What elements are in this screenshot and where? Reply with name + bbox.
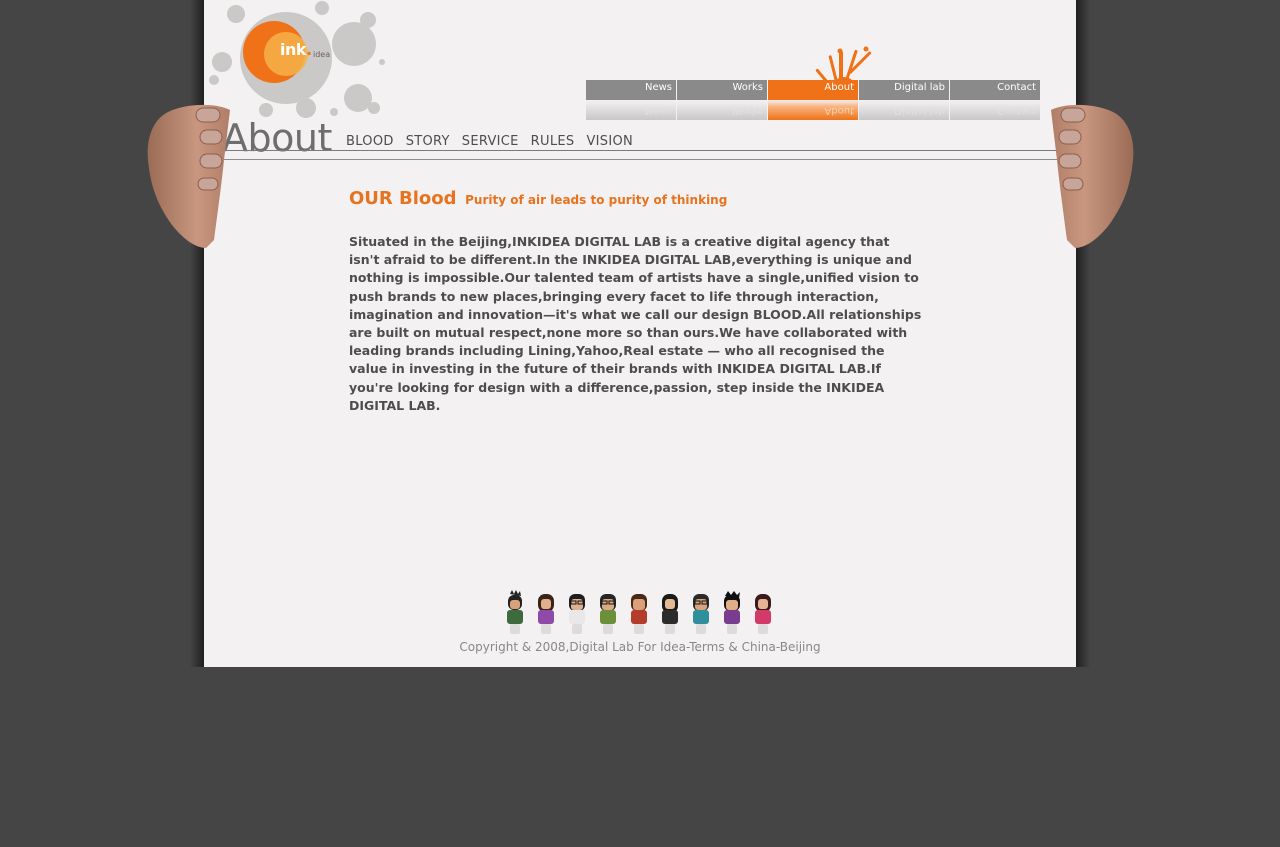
logo-text: ink. [280, 40, 312, 59]
nav-news-label: News [586, 80, 676, 100]
divider-top [220, 150, 1076, 151]
content-area: OUR Blood Purity of air leads to purity … [349, 188, 924, 415]
section-title: About [222, 116, 332, 160]
nav-digital-lab[interactable]: Digital lab Digital lab [859, 80, 949, 120]
subnav-service[interactable]: SERVICE [462, 134, 519, 149]
logo-subtext: idea [313, 50, 331, 59]
nav-news[interactable]: News News [586, 80, 676, 120]
content-heading-tagline: Purity of air leads to purity of thinkin… [465, 193, 728, 207]
character-1-icon[interactable] [502, 590, 528, 636]
content-body: Situated in the Beijing,INKIDEA DIGITAL … [349, 234, 922, 413]
subnav-vision[interactable]: VISION [586, 134, 633, 149]
nav-works[interactable]: Works Works [677, 80, 767, 120]
nav-digital-lab-reflection: Digital lab [859, 100, 949, 120]
subnav-blood[interactable]: BLOOD [346, 134, 394, 149]
page: ink. idea News News Works Works About Ab… [204, 0, 1076, 667]
character-2-icon[interactable] [533, 590, 559, 636]
content-heading-title: OUR Blood [349, 188, 457, 209]
subnav-story[interactable]: STORY [406, 134, 450, 149]
nav-about-reflection: About [768, 100, 858, 120]
left-hand-icon [147, 104, 230, 249]
nav-contact-reflection: Contact [950, 100, 1040, 120]
nav-contact[interactable]: Contact Contact [950, 80, 1040, 120]
nav-digital-lab-label: Digital lab [859, 80, 949, 100]
content-heading: OUR Blood Purity of air leads to purity … [349, 188, 924, 209]
subnav-rules[interactable]: RULES [531, 134, 575, 149]
character-3-icon[interactable] [564, 590, 590, 636]
nav-about[interactable]: About About [768, 80, 858, 120]
right-hand-icon [1051, 104, 1134, 249]
character-7-icon[interactable] [688, 590, 714, 636]
nav-works-label: Works [677, 80, 767, 100]
character-5-icon[interactable] [626, 590, 652, 636]
character-9-icon[interactable] [750, 590, 776, 636]
character-4-icon[interactable] [595, 590, 621, 636]
nav-news-reflection: News [586, 100, 676, 120]
nav-about-label: About [768, 80, 858, 100]
character-8-icon[interactable] [719, 590, 745, 636]
character-6-icon[interactable] [657, 590, 683, 636]
sub-nav: BLOOD STORY SERVICE RULES VISION [346, 134, 633, 149]
team-characters [502, 590, 776, 636]
nav-contact-label: Contact [950, 80, 1040, 100]
divider-bottom [220, 159, 1076, 160]
nav-works-reflection: Works [677, 100, 767, 120]
main-nav: News News Works Works About About Digita… [586, 80, 1041, 120]
copyright-text: Copyright & 2008,Digital Lab For Idea-Te… [459, 640, 821, 654]
